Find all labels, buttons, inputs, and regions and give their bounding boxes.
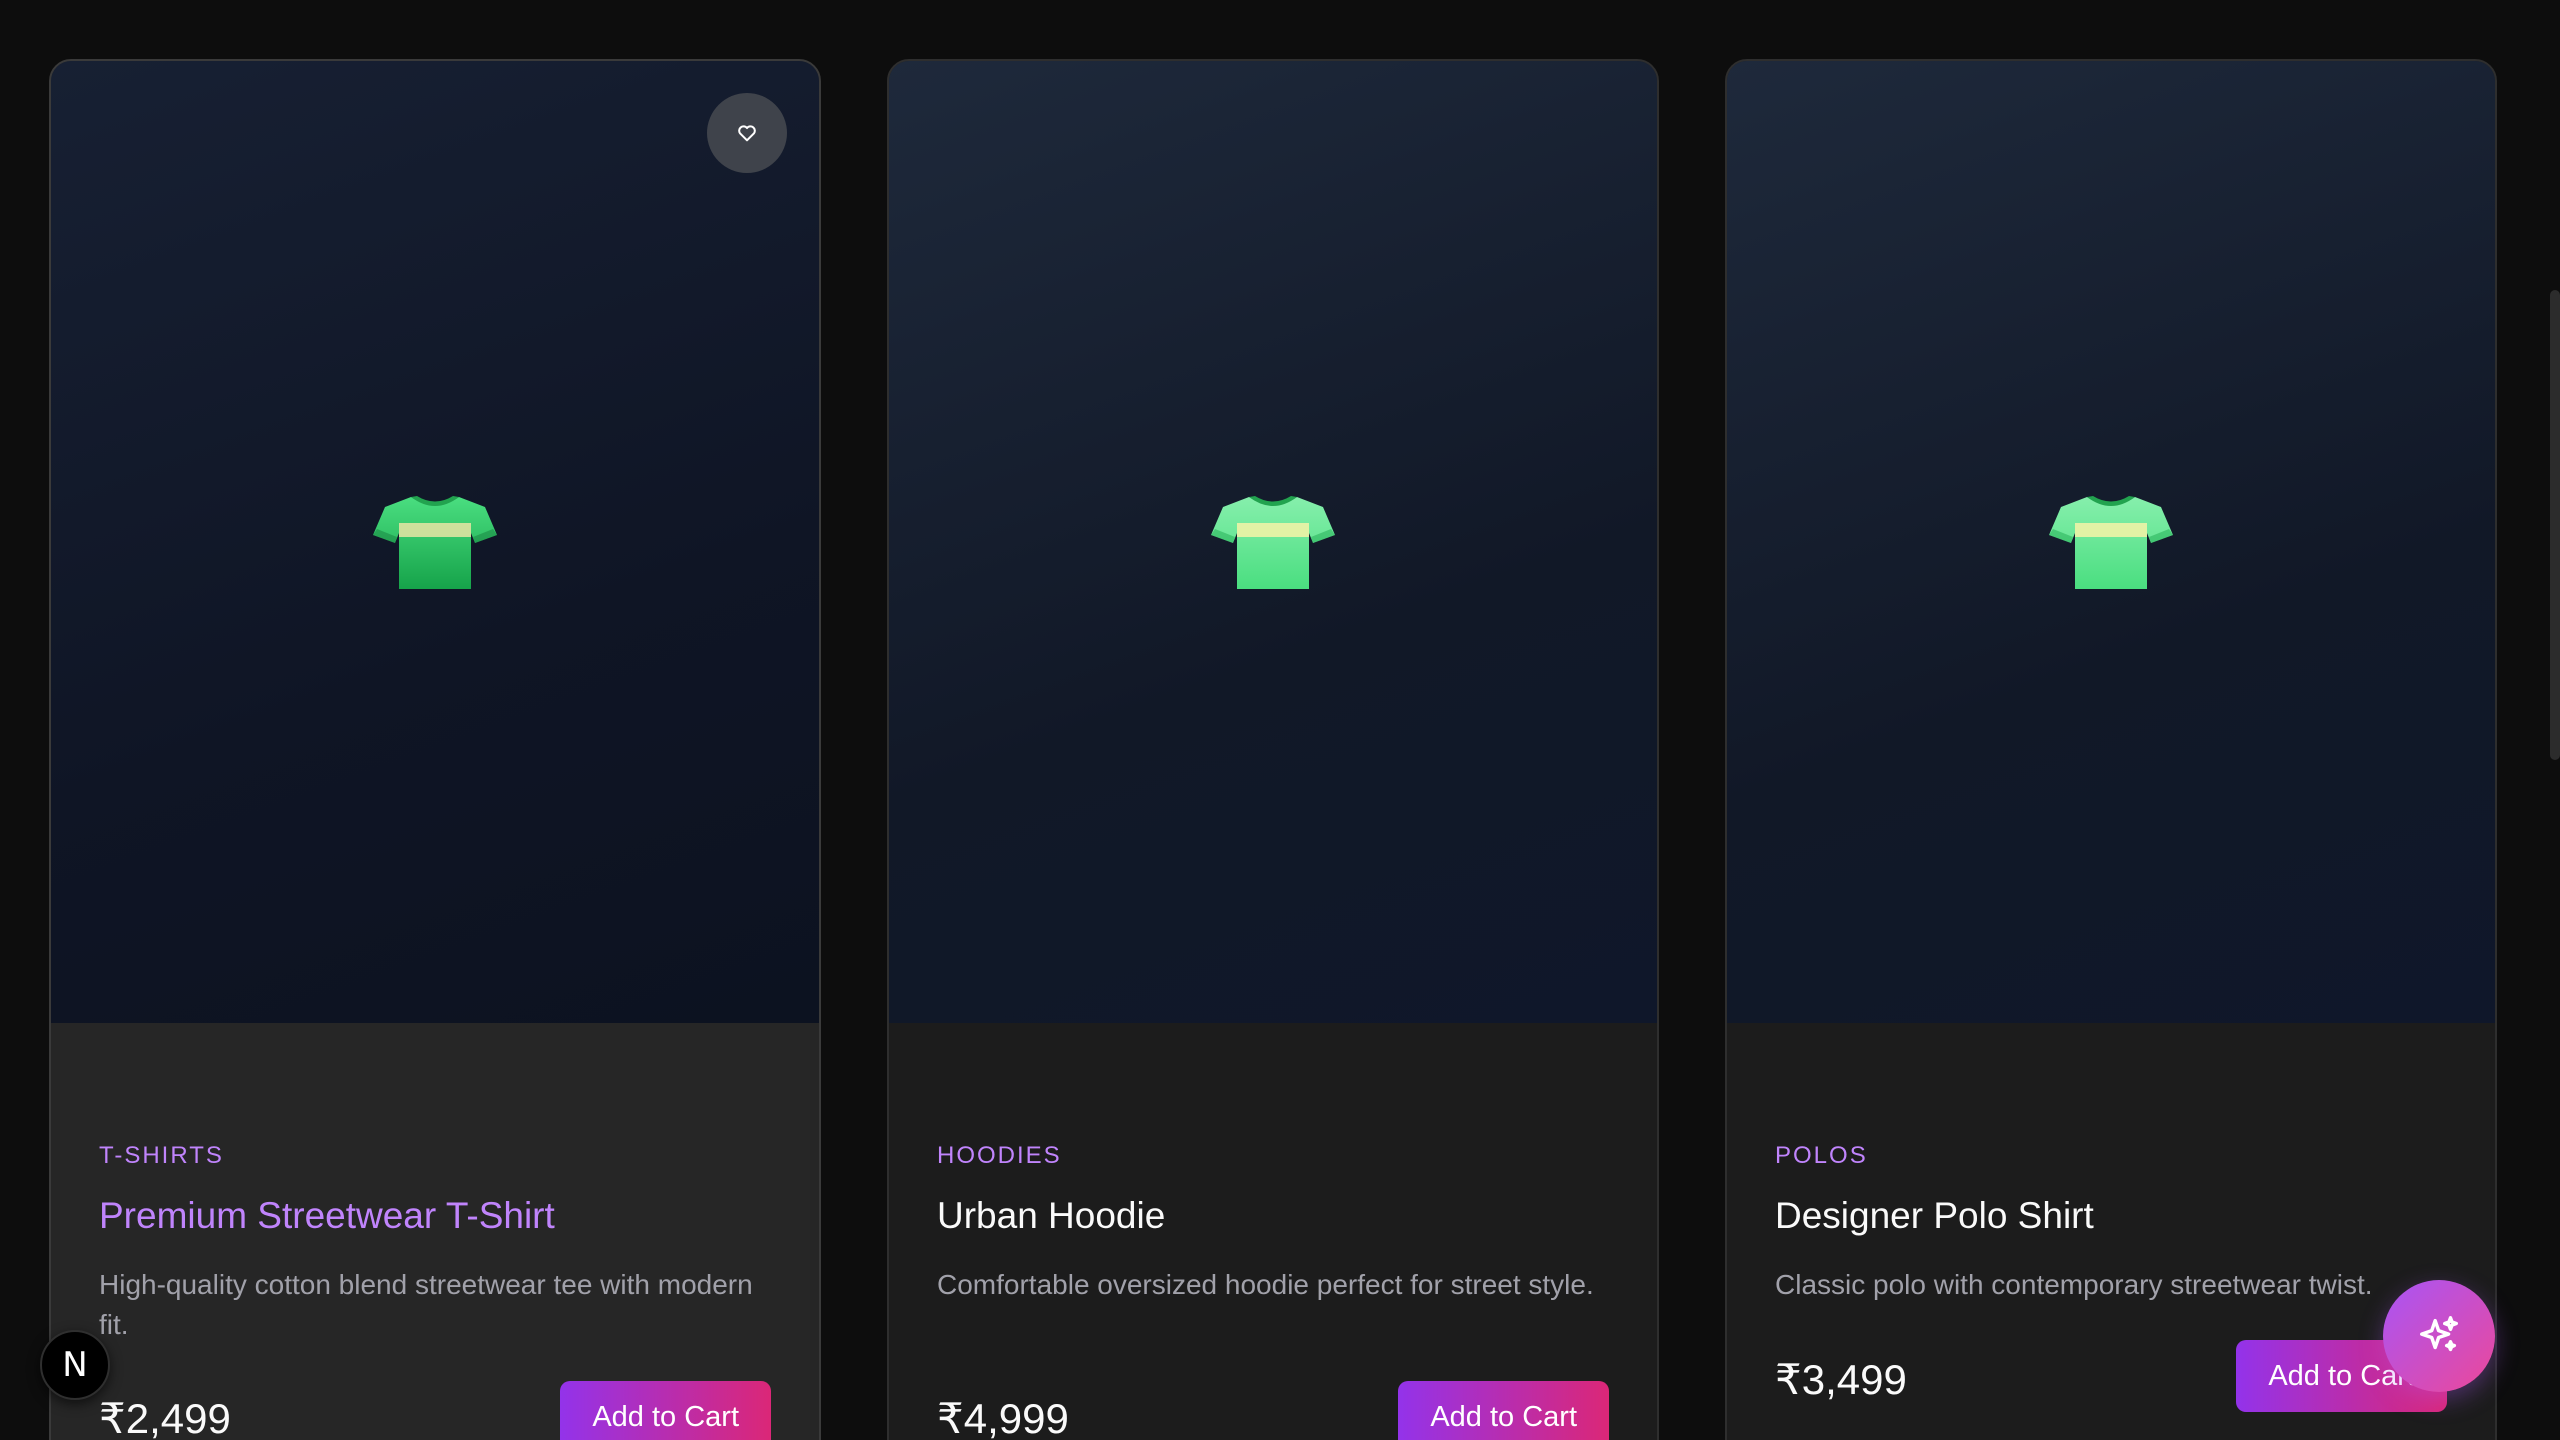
product-price: ₹2,499 xyxy=(99,1395,231,1440)
product-grid: T-SHIRTS Premium Streetwear T-Shirt High… xyxy=(49,59,2497,1440)
product-description: Classic polo with contemporary streetwea… xyxy=(1775,1269,2373,1300)
product-description: Comfortable oversized hoodie perfect for… xyxy=(937,1269,1594,1300)
dev-badge-letter: N xyxy=(62,1345,88,1385)
tshirt-icon xyxy=(373,496,497,589)
sparkles-icon xyxy=(2420,1316,2458,1352)
product-category: POLOS xyxy=(1775,1142,1868,1169)
product-card[interactable]: POLOS Designer Polo Shirt Classic polo w… xyxy=(1725,59,2497,1440)
product-page: T-SHIRTS Premium Streetwear T-Shirt High… xyxy=(0,0,2560,1440)
product-title[interactable]: Premium Streetwear T-Shirt xyxy=(99,1195,555,1237)
product-title[interactable]: Designer Polo Shirt xyxy=(1775,1195,2094,1237)
heart-icon xyxy=(738,125,756,142)
product-image[interactable] xyxy=(51,61,819,1023)
product-price: ₹4,999 xyxy=(937,1395,1069,1440)
add-to-cart-button[interactable]: Add to Cart xyxy=(560,1381,771,1440)
product-card[interactable]: T-SHIRTS Premium Streetwear T-Shirt High… xyxy=(49,59,821,1440)
product-description: High-quality cotton blend streetwear tee… xyxy=(99,1269,753,1340)
ai-assistant-button[interactable] xyxy=(2383,1280,2495,1392)
product-info: HOODIES Urban Hoodie Comfortable oversiz… xyxy=(889,1023,1657,1440)
product-category: T-SHIRTS xyxy=(99,1142,224,1169)
scrollbar-thumb[interactable] xyxy=(2550,290,2560,760)
product-info: T-SHIRTS Premium Streetwear T-Shirt High… xyxy=(51,1023,819,1440)
product-image[interactable] xyxy=(889,61,1657,1023)
tshirt-icon xyxy=(1211,496,1335,589)
dev-tools-badge[interactable]: N xyxy=(40,1330,110,1400)
wishlist-button[interactable] xyxy=(707,93,787,173)
product-category: HOODIES xyxy=(937,1142,1062,1169)
product-price: ₹3,499 xyxy=(1775,1356,1907,1403)
product-card[interactable]: HOODIES Urban Hoodie Comfortable oversiz… xyxy=(887,59,1659,1440)
product-title[interactable]: Urban Hoodie xyxy=(937,1195,1165,1237)
tshirt-icon xyxy=(2049,496,2173,589)
add-to-cart-button[interactable]: Add to Cart xyxy=(1398,1381,1609,1440)
product-info: POLOS Designer Polo Shirt Classic polo w… xyxy=(1727,1023,2495,1440)
product-image[interactable] xyxy=(1727,61,2495,1023)
